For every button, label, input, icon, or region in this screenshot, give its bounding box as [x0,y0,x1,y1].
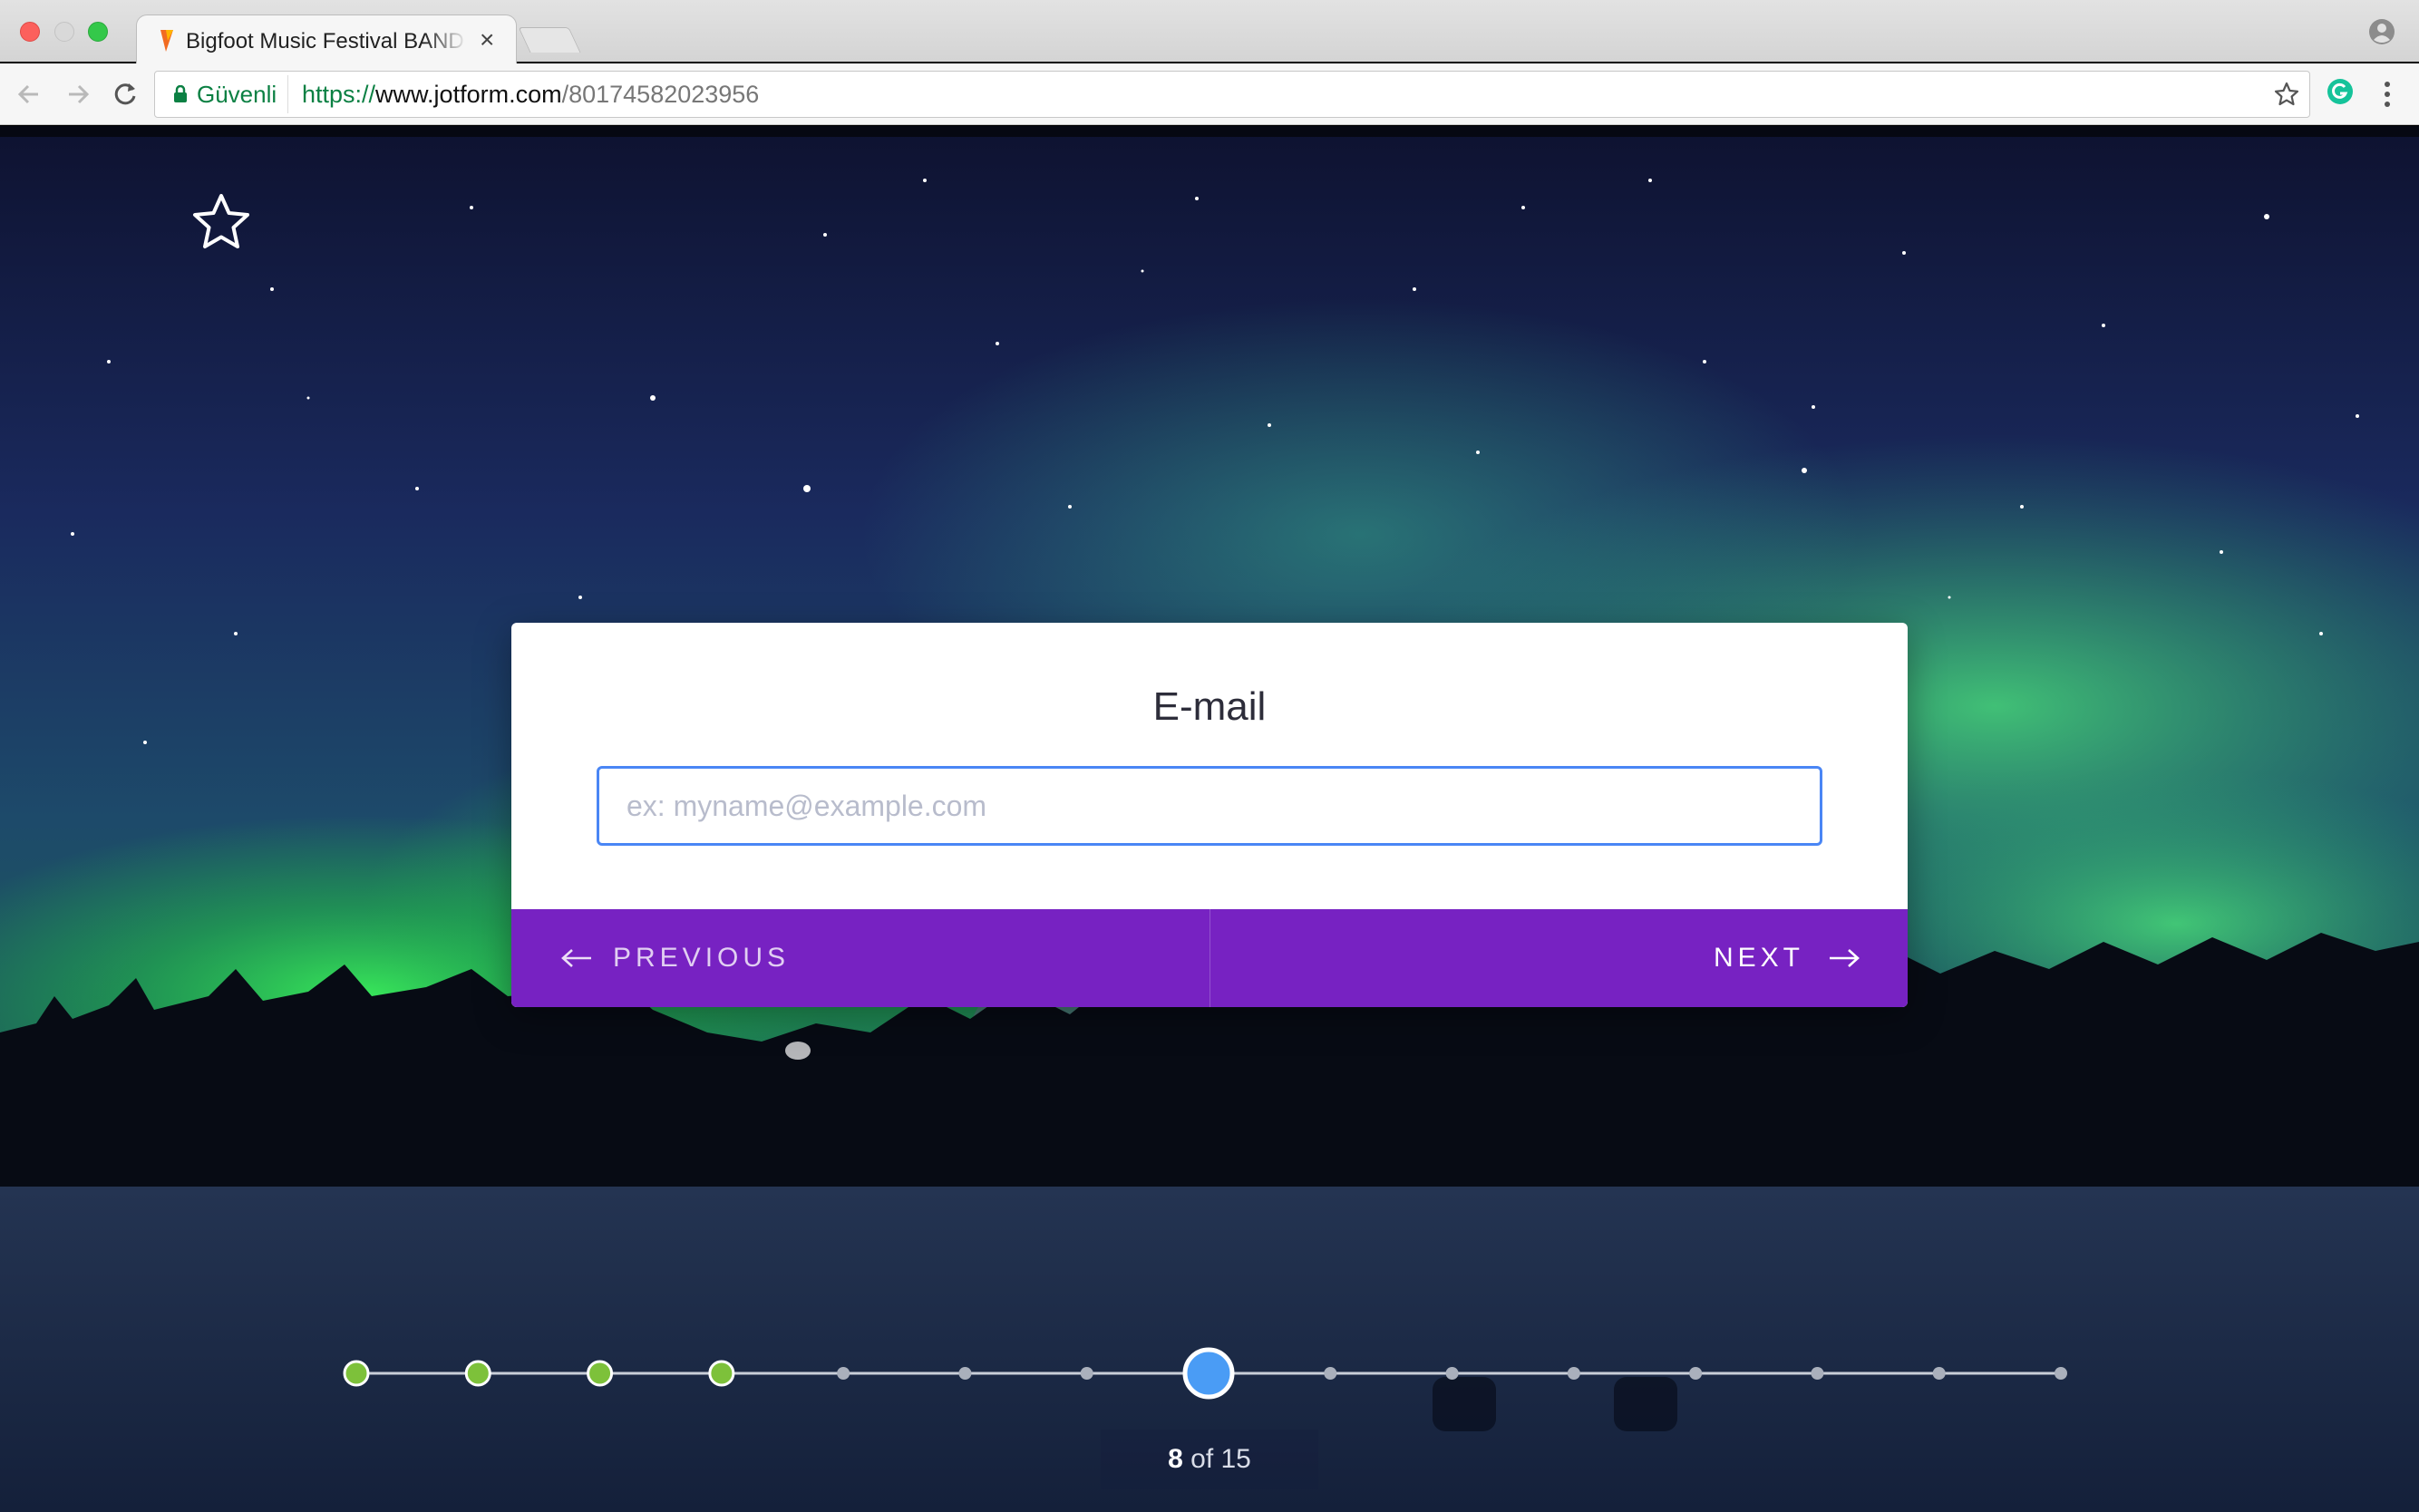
lock-icon [174,85,187,102]
form-navigation: PREVIOUS NEXT [511,909,1908,1007]
progress-step-13[interactable] [1811,1367,1824,1380]
grammarly-extension-icon[interactable] [2327,78,2354,105]
form-page: E-mail PREVIOUS NEXT 8 of 15 [0,126,2419,1512]
next-label: NEXT [1713,943,1804,973]
reload-icon[interactable] [109,78,141,111]
browser-menu-icon[interactable] [2381,80,2394,109]
progress-step-3[interactable] [587,1360,614,1387]
browser-tab-active[interactable]: Bigfoot Music Festival BAND A × [136,15,517,65]
next-button[interactable]: NEXT [1210,909,1908,1007]
step-counter-current: 8 [1168,1444,1183,1474]
step-counter-total: of 15 [1182,1444,1251,1474]
progress-step-8[interactable] [1182,1347,1235,1400]
address-bar[interactable]: Güvenli https://www.jotform.com/80174582… [154,71,2310,118]
browser-toolbar: Güvenli https://www.jotform.com/80174582… [0,63,2419,125]
progress-step-7[interactable] [1080,1367,1093,1380]
progress-step-9[interactable] [1324,1367,1337,1380]
zoom-window-button[interactable] [88,22,108,42]
progress-step-5[interactable] [837,1367,850,1380]
arrow-right-icon [1830,949,1860,967]
url-text[interactable]: https://www.jotform.com/80174582023956 [302,72,759,117]
progress-step-4[interactable] [708,1360,735,1387]
progress-step-12[interactable] [1689,1367,1703,1380]
url-scheme: https:// [302,81,376,108]
arrow-left-icon [561,949,591,967]
step-counter: 8 of 15 [1101,1430,1318,1489]
progress-step-10[interactable] [1445,1367,1459,1380]
tab-close-icon[interactable]: × [480,26,494,53]
url-path: /80174582023956 [561,81,760,108]
progress-steps [0,1337,2419,1410]
progress-step-2[interactable] [464,1360,491,1387]
progress-track [343,1347,2067,1400]
tab-title: Bigfoot Music Festival BAND A [186,29,467,53]
minimize-window-button[interactable] [54,22,74,42]
profile-icon[interactable] [2368,18,2395,45]
progress-step-15[interactable] [2055,1367,2067,1380]
page-top-band [0,126,2419,137]
close-window-button[interactable] [20,22,40,42]
previous-label: PREVIOUS [613,943,791,973]
secure-label: Güvenli [197,80,277,108]
email-input[interactable] [597,766,1822,846]
question-title: E-mail [1152,684,1267,729]
progress-step-11[interactable] [1567,1367,1580,1380]
url-host: www.jotform.com [375,81,562,108]
forward-arrow-icon[interactable] [62,78,94,111]
progress-step-1[interactable] [343,1360,370,1387]
jotform-favicon-icon [160,30,173,52]
back-arrow-icon[interactable] [13,78,45,111]
progress-step-14[interactable] [1932,1367,1946,1380]
security-indicator[interactable]: Güvenli [160,75,289,113]
question-card: E-mail PREVIOUS NEXT [511,623,1908,1007]
new-tab-button[interactable] [518,27,581,53]
favorite-star-icon[interactable] [190,191,252,253]
bookmark-star-icon[interactable] [2273,81,2300,108]
previous-button[interactable]: PREVIOUS [511,909,1210,1007]
browser-titlebar: Bigfoot Music Festival BAND A × [0,0,2419,65]
progress-step-6[interactable] [958,1367,972,1380]
